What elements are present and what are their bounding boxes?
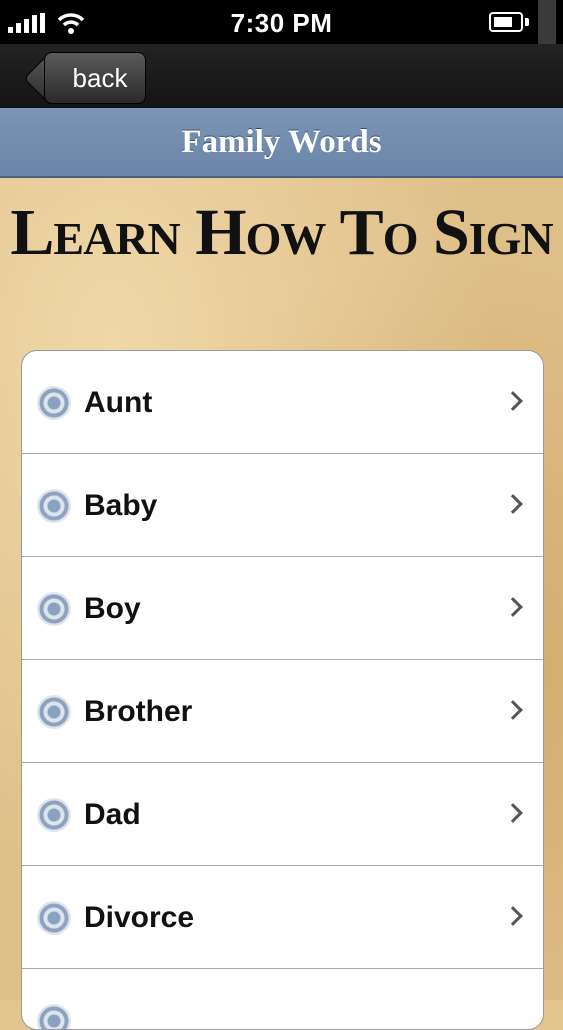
list-item-baby[interactable]: Baby <box>22 454 543 557</box>
chevron-right-icon <box>503 700 523 720</box>
chevron-right-icon <box>503 391 523 411</box>
headline: Learn How To Sign <box>10 196 553 269</box>
battery-tip <box>525 18 529 26</box>
list-item-boy[interactable]: Boy <box>22 557 543 660</box>
back-button[interactable]: back <box>44 52 146 104</box>
target-icon <box>37 901 71 935</box>
list-item-divorce[interactable]: Divorce <box>22 866 543 969</box>
list-item-label: Aunt <box>84 386 153 419</box>
page-title: Family Words <box>181 123 382 160</box>
list-item-label: Baby <box>84 489 158 522</box>
status-bar: 7:30 PM <box>0 0 563 44</box>
target-icon <box>37 386 71 420</box>
back-button-wrap[interactable]: back <box>22 48 146 104</box>
list-item-brother[interactable]: Brother <box>22 660 543 763</box>
chevron-right-icon <box>503 494 523 514</box>
target-icon <box>37 798 71 832</box>
title-bar: Family Words <box>0 108 563 178</box>
list-item-dad[interactable]: Dad <box>22 763 543 866</box>
target-icon <box>37 489 71 523</box>
status-time: 7:30 PM <box>230 8 333 38</box>
battery-icon <box>489 12 523 32</box>
target-icon <box>37 592 71 626</box>
chevron-right-icon <box>503 803 523 823</box>
list-item-label: Dad <box>84 798 141 831</box>
list-item-label: Divorce <box>84 901 195 934</box>
chevron-right-icon <box>503 906 523 926</box>
nav-bar: back <box>0 44 563 109</box>
target-icon <box>37 1004 71 1029</box>
word-list: Aunt Baby Boy Brother Dad Divorce <box>21 350 544 1030</box>
chevron-right-icon <box>503 597 523 617</box>
status-edge <box>538 0 556 44</box>
list-item-label: Boy <box>84 592 141 625</box>
list-item-label: Brother <box>84 695 193 728</box>
list-item-aunt[interactable]: Aunt <box>22 351 543 454</box>
target-icon <box>37 695 71 729</box>
